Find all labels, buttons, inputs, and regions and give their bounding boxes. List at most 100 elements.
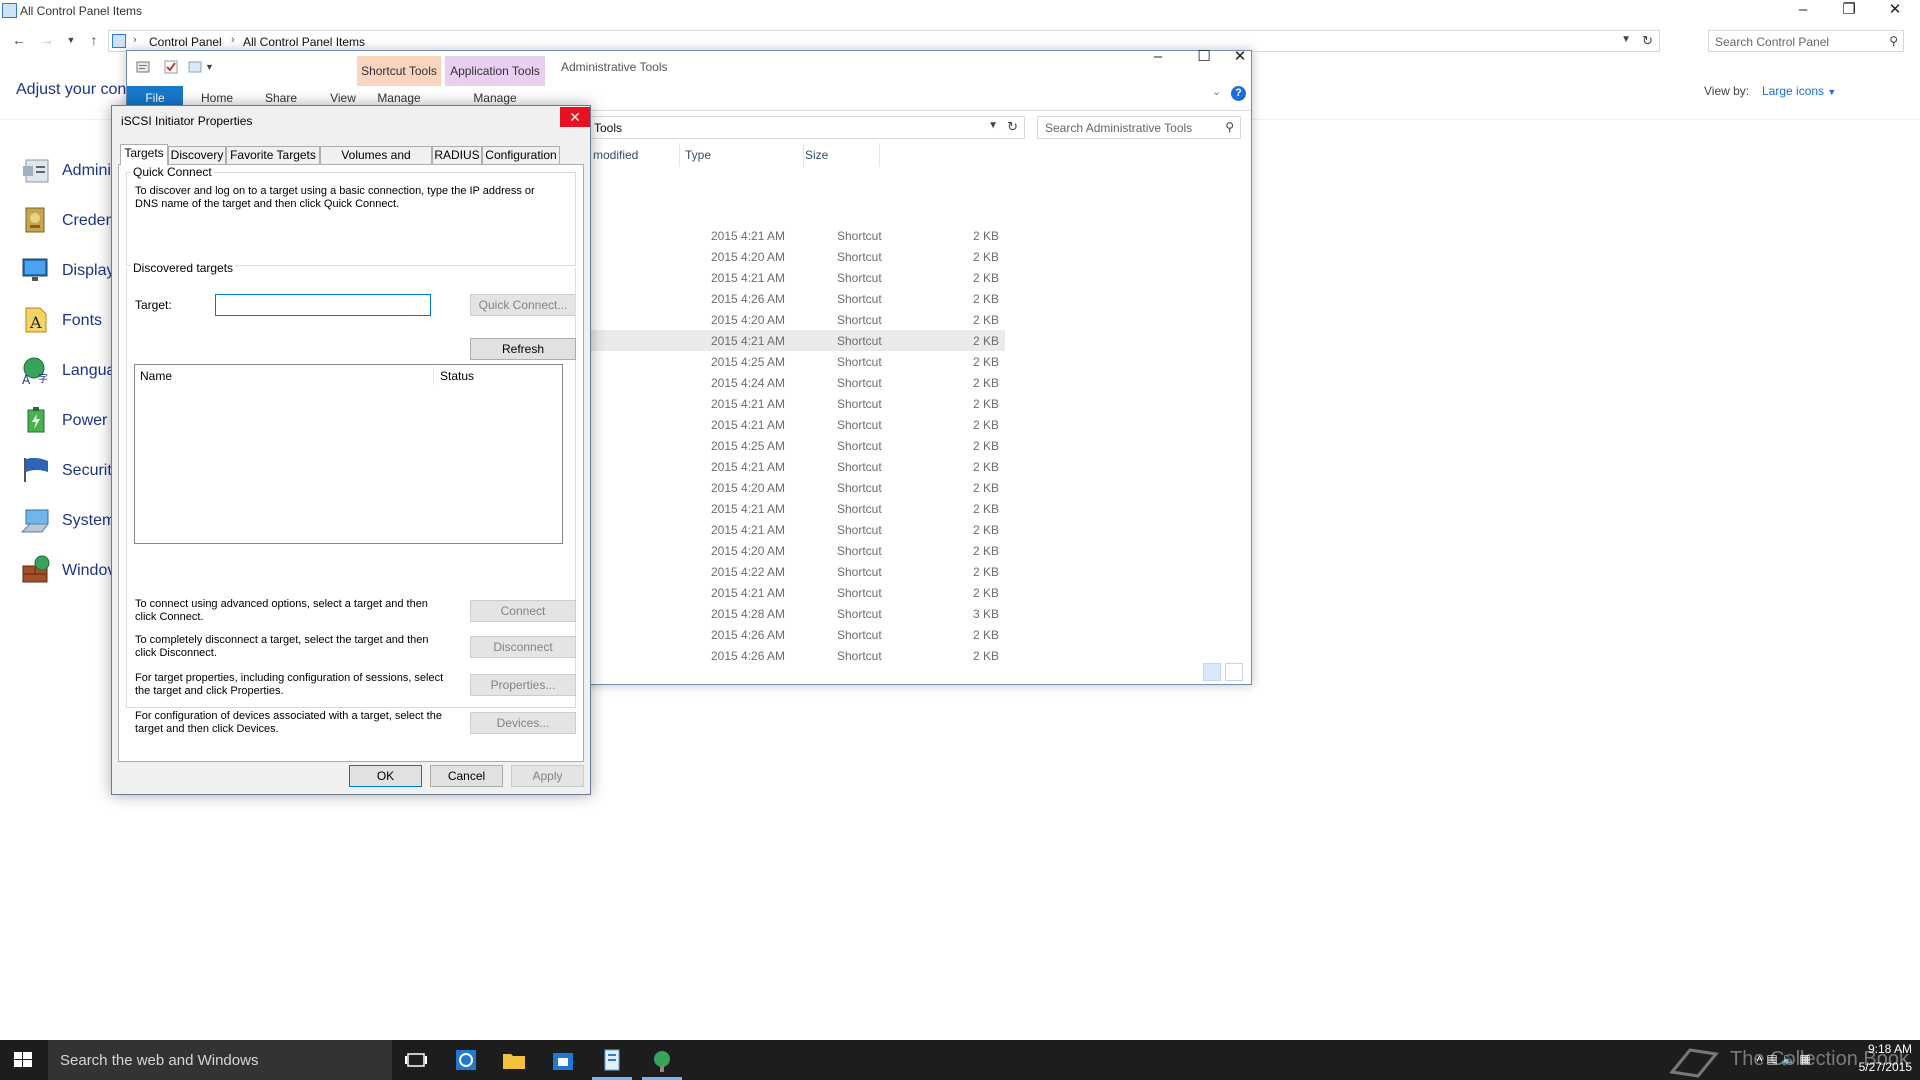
file-explorer-icon[interactable] (500, 1046, 528, 1074)
taskbar-search[interactable]: Search the web and Windows (48, 1040, 392, 1080)
file-row[interactable]: 2015 4:21 AM Shortcut 2 KB (581, 414, 1005, 435)
details-view-icon[interactable] (1203, 663, 1221, 681)
expand-ribbon-chevron-icon[interactable]: ⌄ (1212, 85, 1221, 98)
tab-volumes-and-devices[interactable]: Volumes and Devices (320, 146, 432, 178)
column-separator[interactable] (679, 143, 680, 167)
recent-locations-chevron-icon[interactable]: ▼ (62, 31, 80, 49)
file-row[interactable]: 2015 4:21 AM Shortcut 2 KB (581, 393, 1005, 414)
breadcrumb-chevron-icon[interactable]: › (133, 34, 137, 46)
show-hidden-icons-chevron-icon[interactable]: ˄ (1756, 1052, 1763, 1066)
new-folder-icon[interactable] (187, 59, 203, 75)
tab-favorite-targets[interactable]: Favorite Targets (226, 146, 320, 164)
administrative-tools-search[interactable]: Search Administrative Tools ⚲ (1037, 116, 1241, 139)
file-row[interactable]: 2015 4:20 AM Shortcut 2 KB (581, 246, 1005, 267)
security-icon (24, 457, 48, 482)
properties-button[interactable]: Properties... (470, 674, 576, 696)
network-icon[interactable]: ▤ (1766, 1052, 1777, 1066)
properties-icon[interactable] (135, 59, 151, 75)
restore-button[interactable]: ❐ (1826, 0, 1872, 22)
search-icon[interactable]: ⚲ (1225, 120, 1234, 134)
file-row[interactable]: 2015 4:21 AM Shortcut 2 KB (581, 498, 1005, 519)
forward-arrow-icon[interactable]: → (38, 31, 56, 49)
control-panel-search[interactable]: Search Control Panel ⚲ (1708, 30, 1904, 52)
help-icon[interactable]: ? (1231, 86, 1246, 101)
address-bar[interactable]: › Control Panel › All Control Panel Item… (108, 30, 1660, 52)
column-header-type[interactable]: Type (685, 148, 711, 162)
maximize-button[interactable]: ☐ (1181, 47, 1227, 69)
apply-button[interactable]: Apply (511, 765, 584, 787)
clock-date[interactable]: 5/27/2015 (1846, 1060, 1912, 1074)
disconnect-button[interactable]: Disconnect (470, 636, 576, 658)
devices-button[interactable]: Devices... (470, 712, 576, 734)
action-center-icon[interactable]: ▦ (1799, 1052, 1810, 1066)
file-row[interactable]: 2015 4:21 AM Shortcut 2 KB (581, 267, 1005, 288)
refresh-icon[interactable]: ↻ (1007, 119, 1018, 135)
breadcrumb-control-panel[interactable]: Control Panel (149, 35, 222, 49)
volume-icon[interactable]: 🔈 (1781, 1052, 1796, 1066)
column-header-size[interactable]: Size (805, 148, 828, 162)
breadcrumb-chevron-icon[interactable]: › (231, 34, 235, 46)
tab-targets[interactable]: Targets (120, 144, 168, 165)
file-row[interactable]: 2015 4:25 AM Shortcut 2 KB (581, 435, 1005, 456)
column-separator[interactable] (433, 367, 434, 385)
close-button[interactable]: ✕ (1227, 47, 1253, 69)
tab-configuration[interactable]: Configuration (482, 146, 560, 164)
ok-button[interactable]: OK (349, 765, 422, 787)
column-header-name[interactable]: Name (135, 365, 433, 387)
file-row[interactable]: 2015 4:24 AM Shortcut 2 KB (581, 372, 1005, 393)
file-row-date: 2015 4:22 AM (711, 565, 786, 579)
checkmark-icon[interactable] (163, 59, 179, 75)
file-row-size: 2 KB (972, 334, 999, 348)
customize-toolbar-chevron-icon[interactable]: ▼ (205, 59, 221, 75)
minimize-button[interactable]: – (1135, 47, 1181, 69)
up-arrow-icon[interactable]: ↑ (85, 31, 103, 49)
breadcrumb-administrative-tools[interactable]: Tools (594, 121, 622, 135)
view-by-dropdown[interactable]: Large icons ▼ (1762, 84, 1836, 98)
file-row-type: Shortcut (837, 418, 882, 432)
file-row[interactable]: 2015 4:26 AM Shortcut 2 KB (581, 624, 1005, 645)
file-row[interactable]: 2015 4:21 AM Shortcut 2 KB (581, 225, 1005, 246)
administrative-tools-taskbar-icon[interactable] (598, 1046, 626, 1074)
back-arrow-icon[interactable]: ← (10, 31, 28, 49)
browser-icon[interactable] (452, 1046, 480, 1074)
tab-radius[interactable]: RADIUS (432, 146, 482, 164)
system-tray[interactable]: ˄ ▤ 🔈 ▦ (1756, 1052, 1811, 1066)
column-separator[interactable] (803, 143, 804, 167)
file-row[interactable]: 2015 4:25 AM Shortcut 2 KB (581, 351, 1005, 372)
column-header-status[interactable]: Status (435, 365, 563, 387)
file-row[interactable]: 2015 4:26 AM Shortcut 2 KB (581, 645, 1005, 666)
file-row[interactable]: 2015 4:20 AM Shortcut 2 KB (581, 540, 1005, 561)
file-row[interactable]: 2015 4:28 AM Shortcut 3 KB (581, 603, 1005, 624)
large-icons-view-icon[interactable] (1225, 663, 1243, 681)
file-row[interactable]: 2015 4:21 AM Shortcut 2 KB (581, 519, 1005, 540)
file-row-date: 2015 4:21 AM (711, 502, 786, 516)
tab-discovery[interactable]: Discovery (168, 146, 226, 164)
windows-start-icon[interactable] (0, 1040, 46, 1080)
address-dropdown-icon[interactable]: ▼ (1621, 34, 1631, 45)
file-row[interactable]: 2015 4:21 AM Shortcut 2 KB (581, 330, 1005, 351)
cancel-button[interactable]: Cancel (430, 765, 503, 787)
close-button[interactable]: ✕ (560, 107, 590, 127)
search-icon[interactable]: ⚲ (1889, 34, 1898, 48)
quick-connect-description: To discover and log on to a target using… (135, 185, 535, 210)
iscsi-initiator-taskbar-icon[interactable] (648, 1046, 676, 1074)
store-icon[interactable] (549, 1046, 577, 1074)
close-button[interactable]: ✕ (1872, 0, 1918, 22)
column-header-date-modified[interactable]: modified (593, 148, 638, 162)
breadcrumb-all-items[interactable]: All Control Panel Items (243, 35, 365, 49)
file-row[interactable]: 2015 4:21 AM Shortcut 2 KB (581, 456, 1005, 477)
address-dropdown-icon[interactable]: ▼ (988, 120, 998, 131)
file-row[interactable]: 2015 4:20 AM Shortcut 2 KB (581, 309, 1005, 330)
refresh-button[interactable]: Refresh (470, 338, 576, 360)
task-view-icon[interactable] (402, 1046, 430, 1074)
file-row[interactable]: 2015 4:21 AM Shortcut 2 KB (581, 582, 1005, 603)
refresh-icon[interactable]: ↻ (1642, 33, 1653, 49)
discovered-targets-list[interactable]: Name Status (134, 364, 563, 544)
file-row[interactable]: 2015 4:26 AM Shortcut 2 KB (581, 288, 1005, 309)
column-separator[interactable] (879, 143, 880, 167)
file-row[interactable]: 2015 4:22 AM Shortcut 2 KB (581, 561, 1005, 582)
connect-button[interactable]: Connect (470, 600, 576, 622)
minimize-button[interactable]: – (1780, 0, 1826, 22)
clock-time[interactable]: 9:18 AM (1856, 1042, 1912, 1056)
file-row[interactable]: 2015 4:20 AM Shortcut 2 KB (581, 477, 1005, 498)
